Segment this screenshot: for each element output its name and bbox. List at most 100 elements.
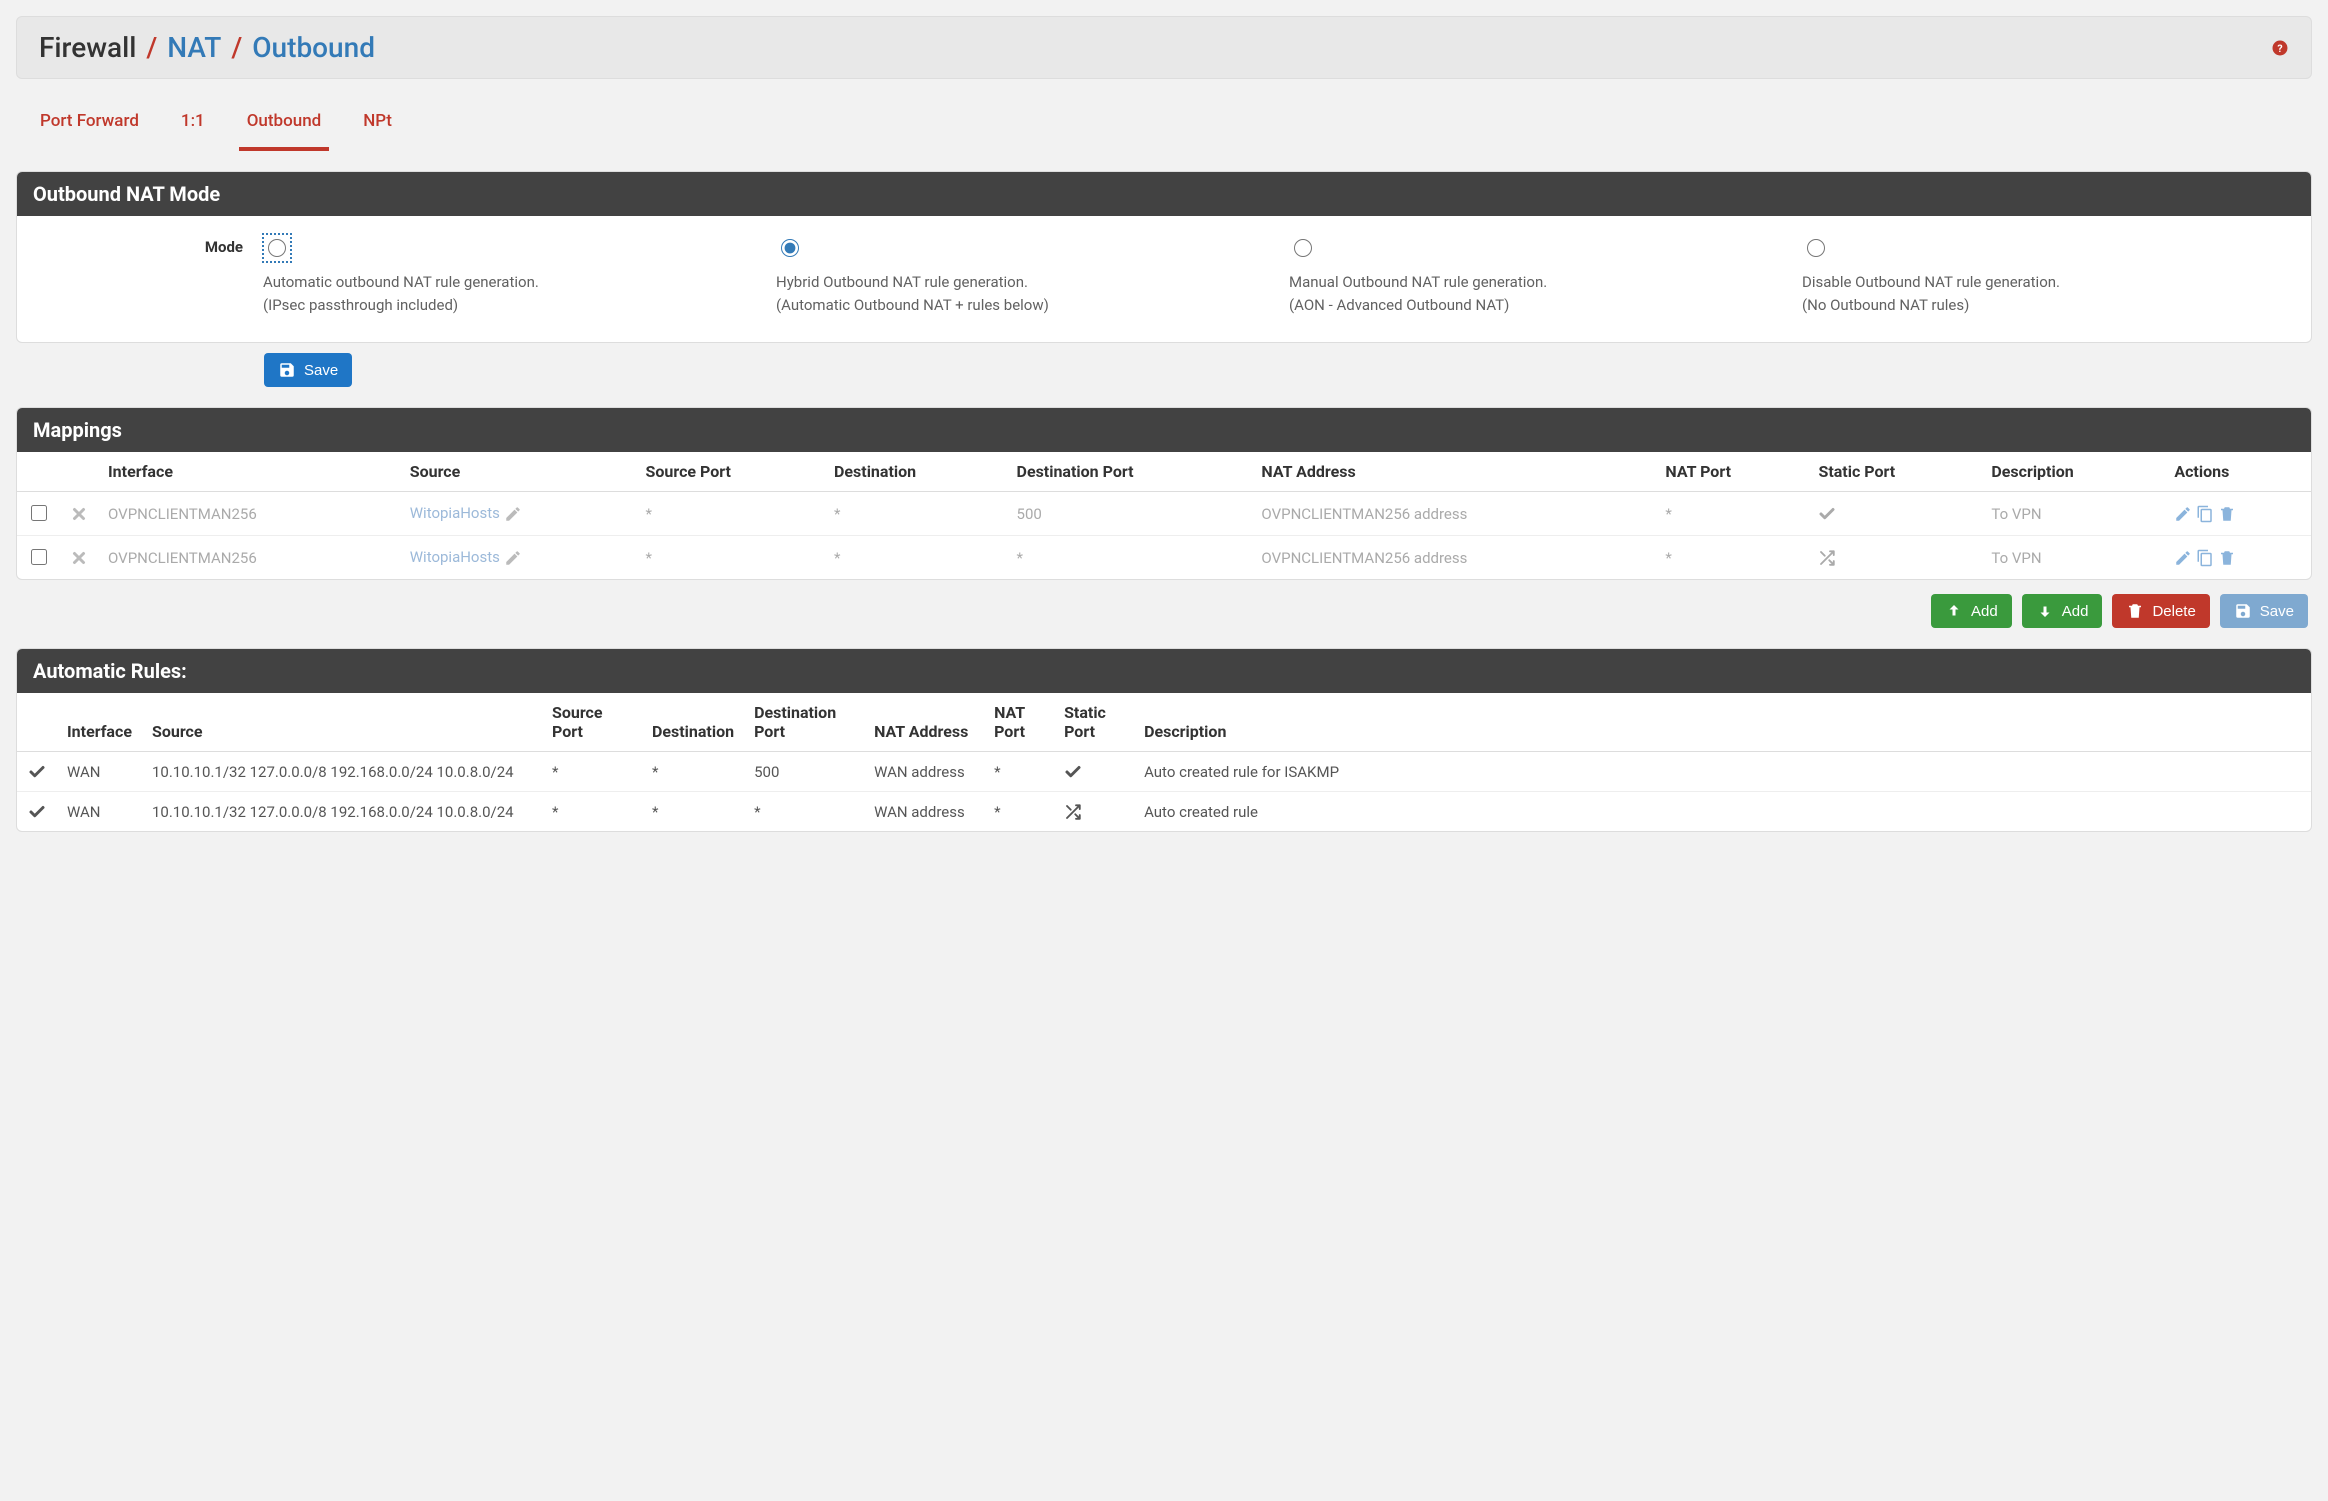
arrow-up-icon — [1945, 602, 1963, 620]
cell-destination: * — [642, 792, 744, 832]
cell-nat-port: * — [1655, 492, 1808, 536]
cell-static-port — [1808, 536, 1981, 580]
th-nat-address: NAT Address — [1251, 452, 1655, 492]
cell-source: WitopiaHosts — [400, 492, 636, 536]
trash-icon — [2126, 602, 2144, 620]
disable-icon[interactable] — [70, 505, 88, 523]
th-nat-address: NAT Address — [864, 693, 984, 752]
cell-static-port — [1808, 492, 1981, 536]
th-static-port: Static Port — [1054, 693, 1134, 752]
table-row: OVPNCLIENTMAN256 WitopiaHosts * * 500 OV… — [17, 492, 2311, 536]
cell-description: Auto created rule for ISAKMP — [1134, 752, 2311, 792]
table-row: WAN 10.10.10.1/32 127.0.0.0/8 192.168.0.… — [17, 752, 2311, 792]
mode-radio-hybrid[interactable] — [781, 239, 799, 257]
pencil-icon[interactable] — [504, 549, 522, 567]
cell-description: To VPN — [1981, 492, 2164, 536]
cell-actions — [2164, 536, 2311, 580]
cell-source: WitopiaHosts — [400, 536, 636, 580]
add-bottom-label: Add — [2062, 603, 2089, 620]
edit-icon[interactable] — [2174, 505, 2192, 523]
breadcrumb-root: Firewall — [39, 31, 136, 64]
tab-outbound[interactable]: Outbound — [239, 101, 330, 151]
mode-desc: Disable Outbound NAT rule generation. (N… — [1802, 271, 2295, 316]
cell-interface: OVPNCLIENTMAN256 — [98, 492, 400, 536]
copy-icon[interactable] — [2196, 505, 2214, 523]
cell-source-port: * — [542, 752, 642, 792]
mode-desc: Hybrid Outbound NAT rule generation. (Au… — [776, 271, 1269, 316]
trash-icon[interactable] — [2218, 505, 2236, 523]
trash-icon[interactable] — [2218, 549, 2236, 567]
mappings-table: Interface Source Source Port Destination… — [17, 452, 2311, 579]
th-destination-port: Destination Port — [1007, 452, 1252, 492]
cell-source-port: * — [636, 492, 824, 536]
source-link[interactable]: WitopiaHosts — [410, 548, 500, 566]
th-destination-port: Destination Port — [744, 693, 864, 752]
source-link[interactable]: WitopiaHosts — [410, 504, 500, 522]
th-nat-port: NAT Port — [984, 693, 1054, 752]
mode-radio-manual[interactable] — [1294, 239, 1312, 257]
mappings-save-label: Save — [2260, 603, 2294, 620]
pencil-icon[interactable] — [504, 505, 522, 523]
th-source: Source — [142, 693, 542, 752]
th-source-port: Source Port — [636, 452, 824, 492]
mode-option-manual: Manual Outbound NAT rule generation. (AO… — [1289, 236, 1782, 316]
th-source: Source — [400, 452, 636, 492]
auto-title: Automatic Rules: — [17, 649, 2311, 693]
mode-save-button[interactable]: Save — [264, 353, 352, 387]
tab-1-1[interactable]: 1:1 — [173, 101, 213, 151]
mode-option-automatic: Automatic outbound NAT rule generation. … — [263, 236, 756, 316]
cell-nat-port: * — [1655, 536, 1808, 580]
breadcrumb-sep: / — [231, 31, 242, 64]
mode-radio-disable[interactable] — [1807, 239, 1825, 257]
table-row: OVPNCLIENTMAN256 WitopiaHosts * * * OVPN… — [17, 536, 2311, 580]
cell-interface: OVPNCLIENTMAN256 — [98, 536, 400, 580]
tab-npt[interactable]: NPt — [355, 101, 400, 151]
mode-desc: Manual Outbound NAT rule generation. (AO… — [1289, 271, 1782, 316]
th-static-port: Static Port — [1808, 452, 1981, 492]
mappings-panel: Mappings Interface Source Source Port De… — [16, 407, 2312, 580]
th-destination: Destination — [642, 693, 744, 752]
edit-icon[interactable] — [2174, 549, 2192, 567]
row-checkbox[interactable] — [31, 549, 47, 565]
breadcrumb-nat[interactable]: NAT — [167, 31, 221, 64]
cell-nat-address: WAN address — [864, 792, 984, 832]
mode-panel: Outbound NAT Mode Mode Automatic outboun… — [16, 171, 2312, 343]
delete-button[interactable]: Delete — [2112, 594, 2209, 628]
th-nat-port: NAT Port — [1655, 452, 1808, 492]
auto-panel: Automatic Rules: Interface Source Source… — [16, 648, 2312, 832]
cell-interface: WAN — [57, 792, 142, 832]
cell-source-port: * — [542, 792, 642, 832]
copy-icon[interactable] — [2196, 549, 2214, 567]
th-source-port: Source Port — [542, 693, 642, 752]
mappings-save-button[interactable]: Save — [2220, 594, 2308, 628]
mode-panel-title: Outbound NAT Mode — [17, 172, 2311, 216]
cell-destination: * — [824, 536, 1007, 580]
cell-static-port — [1054, 792, 1134, 832]
mode-desc: Automatic outbound NAT rule generation. … — [263, 271, 756, 316]
cell-static-port — [1054, 752, 1134, 792]
mode-option-disable: Disable Outbound NAT rule generation. (N… — [1802, 236, 2295, 316]
mappings-title: Mappings — [17, 408, 2311, 452]
cell-destination-port: * — [1007, 536, 1252, 580]
th-interface: Interface — [57, 693, 142, 752]
mode-radio-automatic[interactable] — [268, 239, 286, 257]
tab-port-forward[interactable]: Port Forward — [32, 101, 147, 151]
disable-icon[interactable] — [70, 549, 88, 567]
add-bottom-button[interactable]: Add — [2022, 594, 2103, 628]
cell-destination-port: 500 — [1007, 492, 1252, 536]
cell-nat-port: * — [984, 752, 1054, 792]
tabs: Port Forward 1:1 Outbound NPt — [16, 79, 2312, 151]
help-icon[interactable] — [2271, 39, 2289, 57]
arrow-down-icon — [2036, 602, 2054, 620]
th-description: Description — [1134, 693, 2311, 752]
cell-description: Auto created rule — [1134, 792, 2311, 832]
shuffle-icon — [1064, 803, 1082, 821]
save-icon — [2234, 602, 2252, 620]
th-destination: Destination — [824, 452, 1007, 492]
th-actions: Actions — [2164, 452, 2311, 492]
cell-actions — [2164, 492, 2311, 536]
breadcrumb-outbound[interactable]: Outbound — [252, 31, 375, 64]
cell-destination: * — [824, 492, 1007, 536]
add-top-button[interactable]: Add — [1931, 594, 2012, 628]
row-checkbox[interactable] — [31, 505, 47, 521]
